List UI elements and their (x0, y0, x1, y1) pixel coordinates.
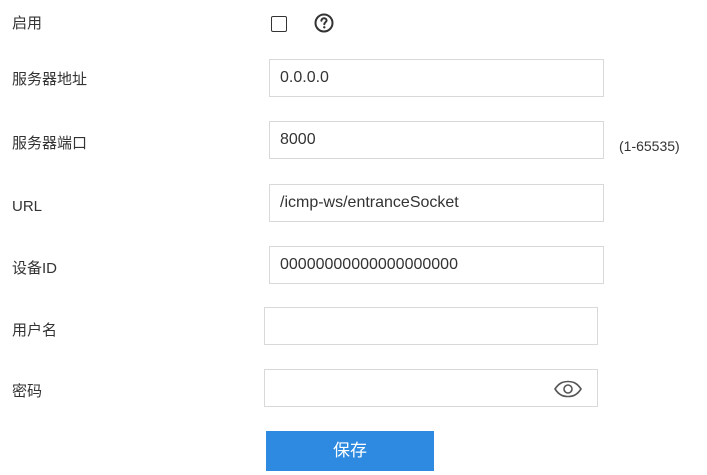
save-button[interactable]: 保存 (266, 431, 434, 471)
username-input[interactable] (264, 307, 598, 345)
enable-label: 启用 (12, 15, 43, 32)
eye-icon[interactable] (553, 380, 583, 398)
url-label: URL (12, 198, 43, 215)
enable-checkbox[interactable] (271, 16, 287, 32)
server-port-input[interactable]: 8000 (269, 121, 604, 159)
question-circle-icon[interactable] (314, 13, 334, 33)
username-label: 用户名 (12, 322, 58, 339)
server-address-input[interactable]: 0.0.0.0 (269, 59, 604, 97)
url-input[interactable]: /icmp-ws/entranceSocket (269, 184, 604, 222)
password-label: 密码 (12, 383, 43, 400)
server-port-label: 服务器端口 (12, 135, 88, 152)
device-id-input[interactable]: 00000000000000000000 (269, 246, 604, 284)
port-range-hint: (1-65535) (619, 138, 680, 154)
password-input[interactable] (264, 369, 598, 407)
device-id-label: 设备ID (12, 260, 58, 277)
server-address-label: 服务器地址 (12, 71, 88, 88)
